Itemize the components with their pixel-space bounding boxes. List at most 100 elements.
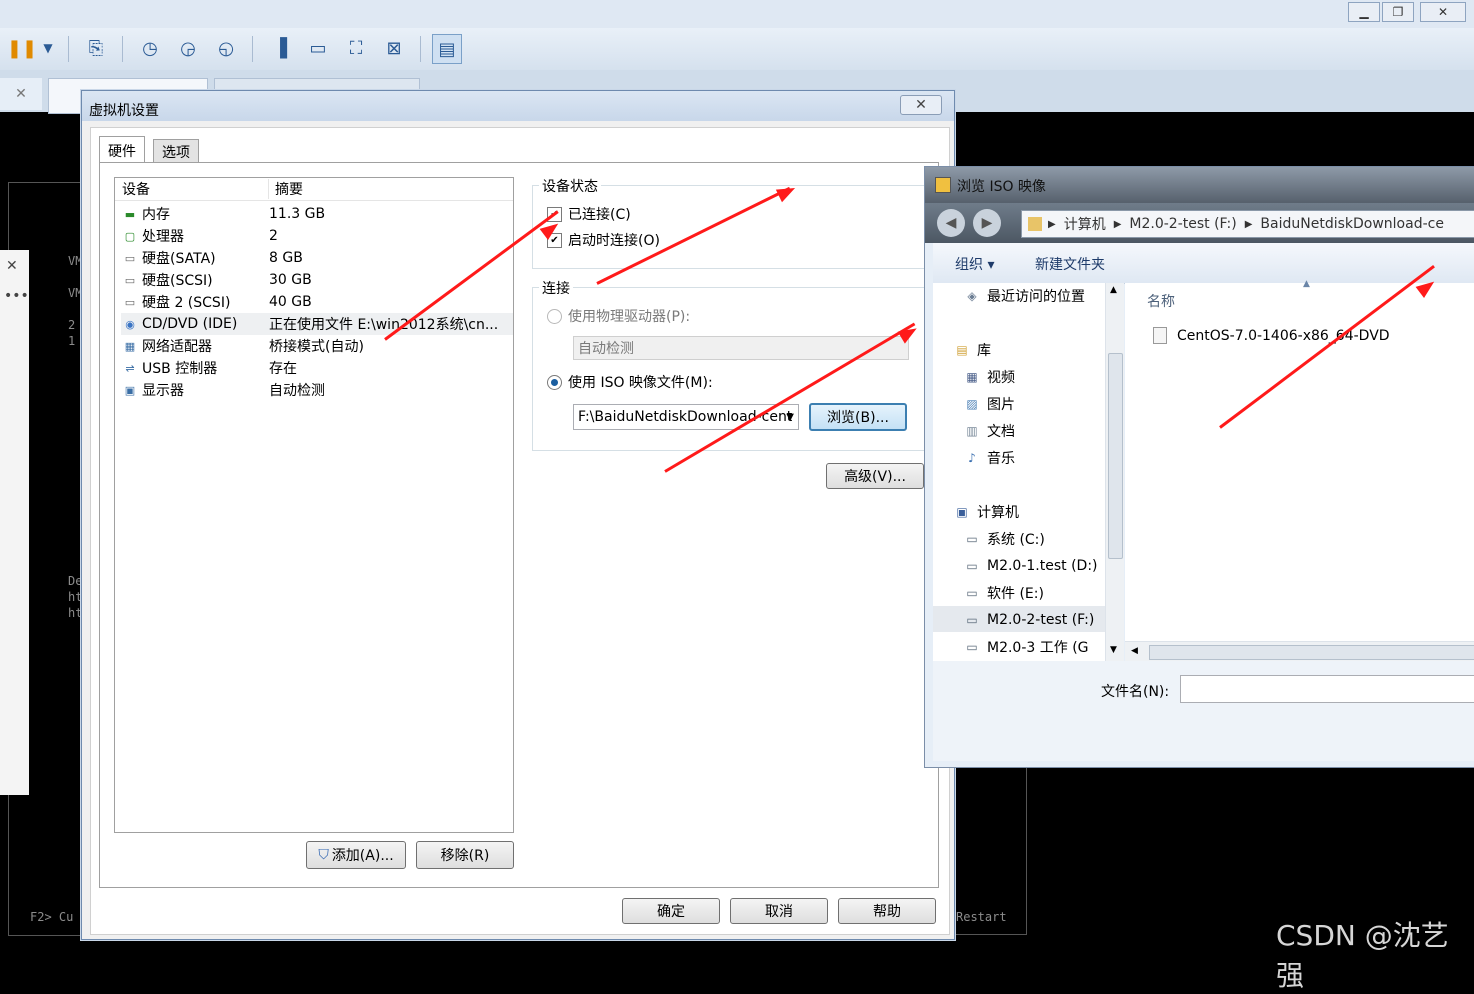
nav-pictures[interactable]: ▨ 图片: [963, 393, 1015, 415]
nav-drive-g[interactable]: ▭ M2.0-3 工作 (G: [963, 636, 1088, 658]
nav-recent[interactable]: ◈ 最近访问的位置: [963, 285, 1085, 307]
help-button[interactable]: 帮助: [838, 898, 936, 924]
sort-ascending-icon: ▲: [1303, 279, 1310, 289]
cpu-icon: ▢: [124, 229, 136, 243]
tab-close-button[interactable]: ✕: [0, 78, 42, 110]
disk-icon: ▭: [124, 251, 136, 265]
sidebar-icon: ▐: [273, 37, 287, 59]
radio-on-icon: [547, 374, 562, 390]
remove-device-button[interactable]: 移除(R): [416, 841, 514, 869]
nav-computer[interactable]: ▣ 计算机: [953, 501, 1019, 523]
breadcrumb-item[interactable]: M2.0-2-test (F:): [1129, 216, 1236, 232]
drive-icon: ▭: [966, 613, 978, 627]
scroll-left-icon[interactable]: ◀: [1131, 646, 1138, 656]
breadcrumb-item[interactable]: 计算机: [1064, 214, 1106, 234]
nav-documents[interactable]: ▥ 文档: [963, 420, 1015, 442]
document-icon: ▥: [966, 424, 978, 438]
computer-icon: ▣: [956, 505, 968, 519]
browse-button[interactable]: 浏览(B)...: [809, 403, 907, 431]
tab-hardware[interactable]: 硬件: [99, 136, 145, 164]
new-folder-button[interactable]: 新建文件夹: [1035, 254, 1105, 274]
chevron-down-icon[interactable]: ▼: [786, 412, 794, 423]
nav-drive-e[interactable]: ▭ 软件 (E:): [963, 582, 1044, 604]
file-list-hscrollbar[interactable]: ◀: [1125, 641, 1474, 662]
hscroll-thumb[interactable]: [1149, 645, 1474, 660]
nav-scrollbar[interactable]: ▲ ▼: [1105, 283, 1124, 661]
more-icon[interactable]: •••: [4, 288, 29, 304]
snapshot-icon: ◷: [142, 37, 158, 59]
restore-button[interactable]: ❐: [1382, 2, 1414, 22]
scroll-up-icon[interactable]: ▲: [1110, 285, 1117, 295]
device-row-disk-sata[interactable]: ▭ 硬盘(SATA) 8 GB: [121, 247, 513, 269]
device-row-disk-2-scsi[interactable]: ▭ 硬盘 2 (SCSI) 40 GB: [121, 291, 513, 313]
snapshot-button[interactable]: ◷: [136, 34, 164, 62]
power-menu-button[interactable]: ▼: [34, 34, 62, 62]
chevron-right-icon: ▶: [1244, 218, 1253, 230]
advanced-button[interactable]: 高级(V)...: [826, 463, 924, 489]
nav-scroll-thumb[interactable]: [1108, 353, 1123, 559]
unity-icon: ⊠: [386, 37, 402, 59]
device-row-memory[interactable]: ▬ 内存 11.3 GB: [121, 203, 513, 225]
device-status-group: 设备状态 ✔已连接(C) ✔启动时连接(O): [532, 176, 926, 269]
file-item[interactable]: CentOS-7.0-1406-x86_64-DVD: [1153, 327, 1390, 344]
nav-drive-c[interactable]: ▭ 系统 (C:): [963, 528, 1045, 550]
unity-button[interactable]: ⊠: [380, 34, 408, 62]
pause-button[interactable]: ❚❚: [6, 34, 38, 62]
iso-path-combobox[interactable]: F:\BaiduNetdiskDownload-cent ▼: [573, 404, 799, 430]
fullscreen-button[interactable]: ⛶: [342, 34, 370, 62]
back-button[interactable]: ◀: [937, 209, 965, 237]
close-icon: ✕: [1437, 5, 1449, 19]
scroll-down-icon[interactable]: ▼: [1110, 645, 1117, 655]
close-button[interactable]: ✕: [1420, 2, 1466, 22]
breadcrumb[interactable]: ▶ 计算机 ▶ M2.0-2-test (F:) ▶ BaiduNetdiskD…: [1021, 210, 1474, 238]
pause-icon: ❚❚: [6, 37, 38, 59]
send-keys-button[interactable]: ⎘: [82, 34, 110, 62]
console-footer-left: F2> Cu: [30, 910, 74, 924]
console-view-button[interactable]: ▤: [432, 34, 462, 64]
device-row-usb[interactable]: ⇌ USB 控制器 存在: [121, 357, 513, 379]
music-icon: ♪: [968, 451, 976, 465]
name-column-header[interactable]: 名称: [1147, 291, 1175, 311]
nav-drive-d[interactable]: ▭ M2.0-1.test (D:): [963, 555, 1097, 577]
toolbar-divider: [252, 36, 253, 62]
revert-snapshot-button[interactable]: ◶: [174, 34, 202, 62]
snapshot-manager-icon: ◵: [218, 37, 234, 59]
drive-icon: ▭: [966, 640, 978, 654]
add-device-button[interactable]: ⛉ 添加(A)...: [306, 841, 406, 869]
forward-button[interactable]: ▶: [973, 209, 1001, 237]
tab-options[interactable]: 选项: [153, 139, 199, 164]
connected-checkbox[interactable]: ✔已连接(C): [547, 204, 631, 224]
device-row-display[interactable]: ▣ 显示器 自动检测: [121, 379, 513, 401]
ok-button[interactable]: 确定: [622, 898, 720, 924]
nav-music[interactable]: ♪ 音乐: [963, 447, 1015, 469]
close-icon[interactable]: ✕: [6, 258, 18, 274]
device-row-network[interactable]: ▦ 网络适配器 桥接模式(自动): [121, 335, 513, 357]
dialog-close-button[interactable]: ✕: [900, 95, 942, 115]
summary-column-header[interactable]: 摘要: [269, 179, 303, 199]
app-title-bar: ▁ ❐ ✕: [0, 0, 1474, 28]
physical-drive-radio[interactable]: 使用物理驱动器(P):: [547, 306, 690, 326]
connect-at-power-on-checkbox[interactable]: ✔ 启动时连接(O): [547, 230, 660, 250]
breadcrumb-item[interactable]: BaiduNetdiskDownload-ce: [1260, 216, 1444, 232]
cancel-button[interactable]: 取消: [730, 898, 828, 924]
disk-icon: ▭: [124, 273, 136, 287]
library-view-button[interactable]: ▐: [266, 34, 294, 62]
disk-icon: ▭: [124, 295, 136, 309]
thumbnail-bar-button[interactable]: ▭: [304, 34, 332, 62]
dialog-title: 虚拟机设置: [89, 103, 159, 119]
device-row-cd-dvd[interactable]: ◉ CD/DVD (IDE) 正在使用文件 E:\win2012系统\cn...: [121, 313, 513, 335]
restore-icon: ❐: [1392, 5, 1404, 19]
minimize-button[interactable]: ▁: [1348, 2, 1380, 22]
nav-video[interactable]: ▦ 视频: [963, 366, 1015, 388]
hardware-panel: 设备 摘要 ▬ 内存 11.3 GB ▢ 处理器 2 ▭ 硬盘(SATA) 8 GB ▭ 硬盘…: [99, 162, 939, 888]
organize-button[interactable]: 组织 ▾: [955, 254, 994, 274]
snapshot-manager-button[interactable]: ◵: [212, 34, 240, 62]
filename-input[interactable]: [1180, 675, 1474, 703]
usb-icon: ⇌: [125, 361, 135, 375]
nav-drive-f[interactable]: ▭ M2.0-2-test (F:): [963, 609, 1094, 631]
nav-library[interactable]: ▤ 库: [953, 339, 991, 361]
drive-icon: ▭: [966, 532, 978, 546]
iso-file-radio[interactable]: 使用 ISO 映像文件(M):: [547, 372, 713, 392]
device-row-cpu[interactable]: ▢ 处理器 2: [121, 225, 513, 247]
device-column-header[interactable]: 设备: [115, 179, 269, 199]
